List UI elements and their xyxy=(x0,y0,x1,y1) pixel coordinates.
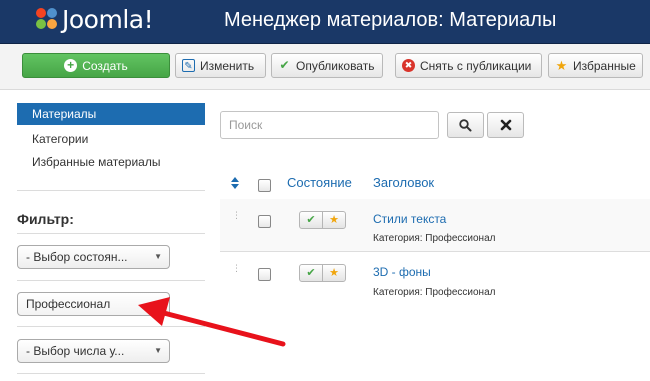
edit-button-label: Изменить xyxy=(200,58,255,73)
filter-divider xyxy=(17,373,205,374)
close-icon xyxy=(500,119,511,131)
joomla-logo[interactable]: Joomla! xyxy=(36,4,154,34)
row-checkbox[interactable] xyxy=(258,215,271,228)
category-select-value: Профессионал xyxy=(26,297,111,311)
drag-handle-icon[interactable]: ⋮ xyxy=(232,264,241,273)
filter-title: Фильтр: xyxy=(17,211,74,227)
edit-button[interactable]: ✎ Изменить xyxy=(175,53,266,78)
publish-button-label: Опубликовать xyxy=(296,58,375,73)
sidebar-item-articles[interactable]: Материалы xyxy=(17,103,205,125)
sort-icon[interactable] xyxy=(230,177,240,189)
joomla-icon xyxy=(36,8,58,30)
featured-button-label: Избранные xyxy=(573,58,636,73)
sidebar-item-featured[interactable]: Избранные материалы xyxy=(17,151,205,173)
search-icon xyxy=(459,118,472,131)
status-toggle-group: ✔ ★ xyxy=(299,211,346,229)
state-select-value: - Выбор состоян... xyxy=(26,250,128,264)
article-title-link[interactable]: Стили текста xyxy=(373,212,446,226)
filter-divider xyxy=(17,233,205,234)
published-check-icon[interactable]: ✔ xyxy=(300,212,323,228)
sidebar-divider xyxy=(17,190,205,191)
unpublish-button[interactable]: ✖ Снять с публикации xyxy=(395,53,542,78)
level-select-value: - Выбор числа у... xyxy=(26,344,125,358)
level-select[interactable]: - Выбор числа у... ▼ xyxy=(17,339,170,363)
article-title-link[interactable]: 3D - фоны xyxy=(373,265,431,279)
edit-icon: ✎ xyxy=(182,59,195,72)
toolbar: + Создать ✎ Изменить ✔ Опубликовать ✖ Сн… xyxy=(0,44,650,90)
publish-button[interactable]: ✔ Опубликовать xyxy=(271,53,383,78)
row-checkbox[interactable] xyxy=(258,268,271,281)
plus-icon: + xyxy=(64,59,78,72)
state-select[interactable]: - Выбор состоян... ▼ xyxy=(17,245,170,269)
column-header-title[interactable]: Заголовок xyxy=(373,175,434,190)
table-divider xyxy=(220,251,650,252)
check-icon: ✔ xyxy=(279,58,290,72)
drag-handle-icon[interactable]: ⋮ xyxy=(232,211,241,220)
header-bar: Joomla! Менеджер материалов: Материалы xyxy=(0,0,650,44)
article-category: Категория: Профессионал xyxy=(373,233,496,244)
article-category: Категория: Профессионал xyxy=(373,287,496,298)
select-all-checkbox[interactable] xyxy=(258,179,271,192)
star-icon: ★ xyxy=(555,58,568,73)
published-check-icon[interactable]: ✔ xyxy=(300,265,323,281)
column-header-status[interactable]: Состояние xyxy=(287,175,352,190)
create-button-label: Создать xyxy=(82,58,128,73)
clear-button[interactable] xyxy=(487,112,524,138)
sidebar-item-categories[interactable]: Категории xyxy=(17,128,205,150)
chevron-down-icon: ▼ xyxy=(154,346,162,355)
featured-star-icon[interactable]: ★ xyxy=(323,212,345,228)
create-button[interactable]: + Создать xyxy=(22,53,170,78)
chevron-down-icon: ▼ xyxy=(154,252,162,261)
logo-text: Joomla! xyxy=(62,4,154,34)
page-title: Менеджер материалов: Материалы xyxy=(224,9,557,31)
close-circle-icon: ✖ xyxy=(402,59,415,72)
search-input[interactable] xyxy=(220,111,439,139)
status-toggle-group: ✔ ★ xyxy=(299,264,346,282)
category-select[interactable]: Профессионал xyxy=(17,292,170,316)
featured-button[interactable]: ★ Избранные xyxy=(548,53,643,78)
featured-star-icon[interactable]: ★ xyxy=(323,265,345,281)
filter-divider xyxy=(17,280,205,281)
filter-divider xyxy=(17,326,205,327)
search-button[interactable] xyxy=(447,112,484,138)
unpublish-button-label: Снять с публикации xyxy=(420,58,532,73)
